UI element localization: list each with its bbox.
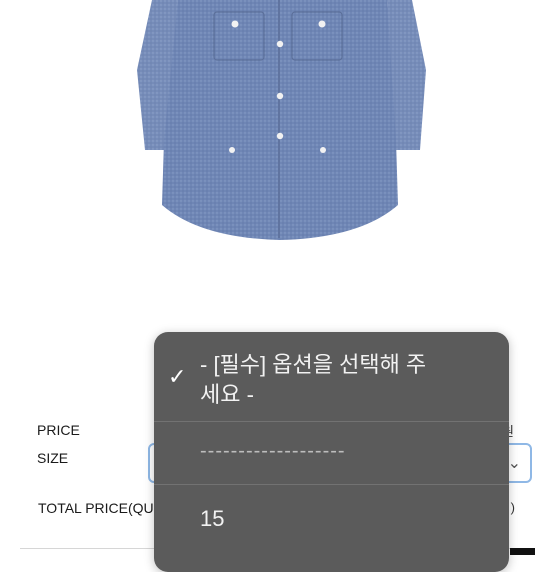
buy-button-edge[interactable] bbox=[510, 548, 535, 555]
size-options-menu: ✓ - [필수] 옵션을 선택해 주세요 - -----------------… bbox=[154, 332, 509, 572]
product-image bbox=[0, 0, 555, 300]
checkmark-icon: ✓ bbox=[168, 364, 187, 389]
option-required[interactable]: ✓ - [필수] 옵션을 선택해 주세요 - bbox=[154, 332, 509, 422]
shirt-image bbox=[137, 0, 426, 240]
total-price-label: TOTAL PRICE(QU bbox=[38, 500, 154, 516]
size-label: SIZE bbox=[37, 450, 69, 466]
option-label: - [필수] 옵션을 선택해 주세요 - bbox=[200, 352, 427, 407]
chevron-down-icon: ⌄ bbox=[507, 455, 521, 472]
option-size-15[interactable]: 15 bbox=[154, 486, 509, 572]
total-price-value: ) bbox=[510, 500, 515, 515]
price-label: PRICE bbox=[37, 422, 80, 438]
option-separator[interactable]: ------------------- bbox=[154, 423, 509, 485]
option-label: 15 bbox=[200, 506, 225, 531]
option-label: ------------------- bbox=[200, 440, 346, 462]
